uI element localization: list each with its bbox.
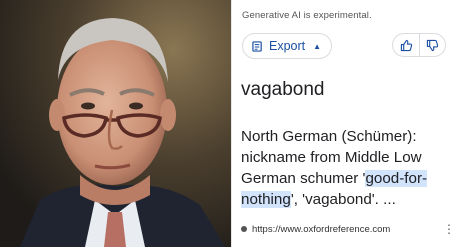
- definition-after: ', 'vagabond'. ...: [290, 191, 396, 208]
- definition-text: North German (Schümer): nickname from Mi…: [241, 126, 455, 210]
- ai-overview-panel: Generative AI is experimental. Export ▲ …: [231, 0, 459, 247]
- thumbs-up-icon: [400, 39, 412, 51]
- experimental-notice: Generative AI is experimental.: [242, 10, 372, 21]
- thumbs-down-icon: [426, 39, 439, 51]
- thumbs-up-button[interactable]: [393, 34, 419, 56]
- portrait-photo: [0, 0, 231, 247]
- export-label: Export: [269, 39, 306, 53]
- source-url[interactable]: https://www.oxfordreference.com: [252, 224, 390, 235]
- portrait-illustration: [0, 0, 231, 247]
- feedback-buttons: [392, 33, 446, 57]
- thumbs-down-button[interactable]: [419, 34, 445, 56]
- more-options-icon[interactable]: ⋮: [443, 223, 455, 235]
- export-button[interactable]: Export ▲: [242, 33, 333, 59]
- result-word: vagabond: [241, 79, 325, 100]
- source-link[interactable]: https://www.oxfordreference.com ⋮: [241, 223, 455, 235]
- chevron-up-icon: ▲: [313, 41, 322, 51]
- source-favicon-icon: [241, 226, 247, 232]
- export-icon: [252, 40, 262, 52]
